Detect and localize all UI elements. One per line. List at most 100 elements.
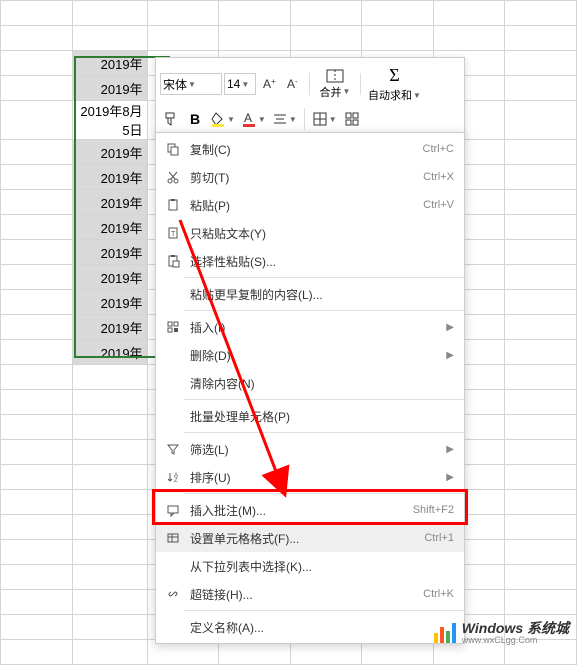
cell[interactable] — [72, 565, 147, 590]
menu-define-name[interactable]: 定义名称(A)... — [156, 613, 464, 641]
fill-color-icon[interactable]: ▼ — [208, 108, 237, 130]
cell[interactable] — [1, 490, 73, 515]
cell[interactable] — [1, 515, 73, 540]
cell[interactable]: 2019年8月5日 — [72, 101, 147, 140]
menu-paste-text[interactable]: T 只粘贴文本(Y) — [156, 219, 464, 247]
cell[interactable] — [505, 1, 577, 26]
cell[interactable] — [72, 615, 147, 640]
menu-paste[interactable]: 粘贴(P) Ctrl+V — [156, 191, 464, 219]
cell[interactable] — [505, 165, 577, 190]
cell[interactable] — [72, 365, 147, 390]
cell[interactable] — [505, 515, 577, 540]
cell[interactable]: 2019年 — [72, 190, 147, 215]
align-icon[interactable]: ▼ — [270, 108, 299, 130]
cell[interactable] — [505, 101, 577, 140]
cell[interactable] — [1, 290, 73, 315]
cell[interactable] — [1, 140, 73, 165]
format-painter-icon[interactable] — [160, 108, 182, 130]
cell[interactable] — [1, 415, 73, 440]
cell[interactable] — [505, 26, 577, 51]
cell[interactable] — [1, 101, 73, 140]
cell[interactable] — [72, 640, 147, 665]
font-size-select[interactable]: 14▼ — [224, 73, 256, 95]
cell[interactable] — [505, 265, 577, 290]
cell[interactable] — [1, 590, 73, 615]
cell[interactable] — [505, 140, 577, 165]
menu-delete[interactable]: 删除(D) ▶ — [156, 341, 464, 369]
cell[interactable] — [1, 165, 73, 190]
cell[interactable] — [1, 365, 73, 390]
cell[interactable] — [505, 590, 577, 615]
cell[interactable] — [1, 615, 73, 640]
cell[interactable]: 2019年 — [72, 215, 147, 240]
cell[interactable] — [1, 76, 73, 101]
cell[interactable] — [1, 190, 73, 215]
cell[interactable] — [1, 440, 73, 465]
cell[interactable] — [72, 26, 147, 51]
cell[interactable]: 2019年 — [72, 315, 147, 340]
cell[interactable] — [362, 1, 434, 26]
menu-paste-special[interactable]: 选择性粘贴(S)... — [156, 247, 464, 275]
cell[interactable]: 2019年 — [72, 265, 147, 290]
autosum-button[interactable]: Σ 自动求和▼ — [366, 64, 423, 104]
font-color-icon[interactable]: A▼ — [239, 108, 268, 130]
cell[interactable]: 2019年 — [72, 240, 147, 265]
cell[interactable] — [505, 315, 577, 340]
cell[interactable] — [505, 440, 577, 465]
cell[interactable] — [1, 565, 73, 590]
cell[interactable] — [72, 515, 147, 540]
cell[interactable] — [505, 215, 577, 240]
cell[interactable] — [72, 590, 147, 615]
cell[interactable] — [1, 390, 73, 415]
cell[interactable] — [1, 465, 73, 490]
cell[interactable] — [1, 1, 73, 26]
menu-batch[interactable]: 批量处理单元格(P) — [156, 402, 464, 430]
cell[interactable] — [72, 540, 147, 565]
menu-insert[interactable]: 插入(I) ▶ — [156, 313, 464, 341]
cell[interactable] — [505, 415, 577, 440]
menu-cut[interactable]: 剪切(T) Ctrl+X — [156, 163, 464, 191]
menu-paste-recent[interactable]: 粘贴更早复制的内容(L)... — [156, 280, 464, 308]
cell[interactable] — [219, 26, 291, 51]
cell[interactable] — [1, 26, 73, 51]
cell[interactable] — [505, 540, 577, 565]
menu-clear[interactable]: 清除内容(N) — [156, 369, 464, 397]
cell[interactable] — [505, 465, 577, 490]
cell[interactable] — [433, 26, 505, 51]
cell[interactable] — [290, 26, 362, 51]
cell[interactable] — [433, 1, 505, 26]
cell[interactable] — [505, 76, 577, 101]
merge-button[interactable]: 合并▼ — [315, 64, 355, 104]
cell[interactable]: 2019年 — [72, 290, 147, 315]
cell[interactable] — [1, 51, 73, 76]
cell[interactable] — [72, 1, 147, 26]
insert-cells-icon[interactable] — [341, 108, 363, 130]
cell[interactable] — [72, 465, 147, 490]
menu-filter[interactable]: 筛选(L) ▶ — [156, 435, 464, 463]
cell[interactable] — [72, 390, 147, 415]
cell[interactable] — [1, 640, 73, 665]
increase-font-icon[interactable]: A+ — [258, 73, 280, 95]
cell[interactable]: 2019年 — [72, 76, 147, 101]
cell[interactable] — [72, 415, 147, 440]
cell[interactable] — [505, 390, 577, 415]
cell[interactable] — [219, 1, 291, 26]
cell[interactable] — [1, 340, 73, 365]
cell[interactable] — [1, 240, 73, 265]
menu-hyperlink[interactable]: 超链接(H)... Ctrl+K — [156, 580, 464, 608]
cell[interactable] — [1, 215, 73, 240]
cell[interactable] — [1, 540, 73, 565]
borders-icon[interactable]: ▼ — [310, 108, 339, 130]
cell[interactable] — [505, 51, 577, 76]
cell[interactable] — [505, 365, 577, 390]
cell[interactable] — [505, 190, 577, 215]
cell[interactable]: 2019年 — [72, 165, 147, 190]
menu-format-cells[interactable]: 设置单元格格式(F)... Ctrl+1 — [156, 524, 464, 552]
cell[interactable]: 2019年 — [72, 340, 147, 365]
cell[interactable] — [72, 440, 147, 465]
cell[interactable] — [1, 315, 73, 340]
font-family-select[interactable]: 宋体▼ — [160, 73, 222, 95]
menu-copy[interactable]: 复制(C) Ctrl+C — [156, 135, 464, 163]
cell[interactable] — [505, 340, 577, 365]
cell[interactable] — [505, 565, 577, 590]
